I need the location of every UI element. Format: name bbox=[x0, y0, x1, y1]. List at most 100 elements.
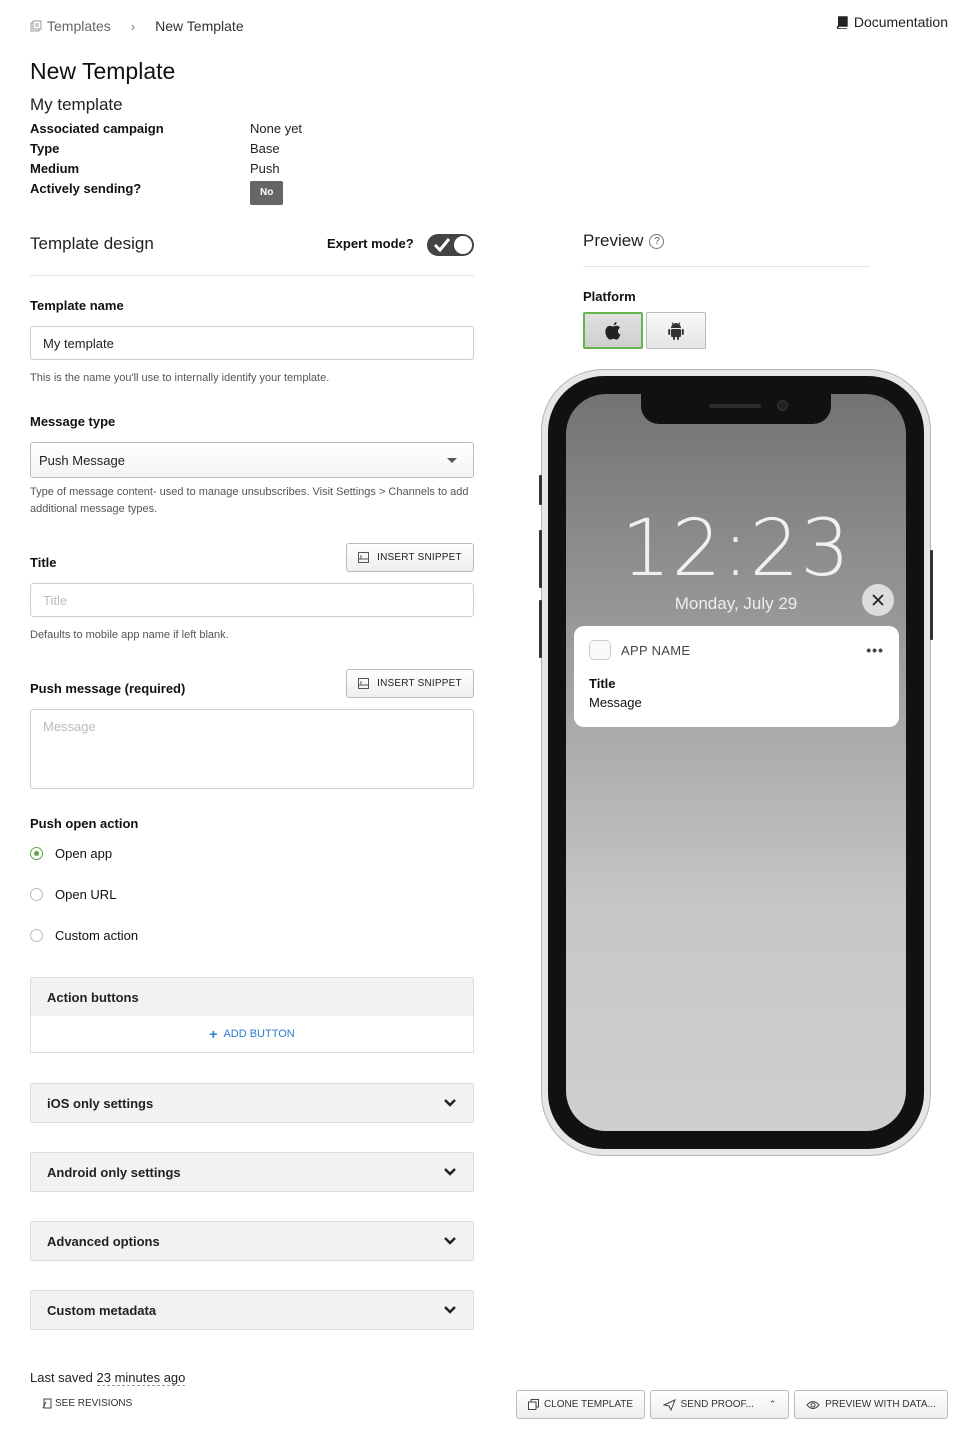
close-preview-button[interactable] bbox=[862, 584, 894, 616]
documentation-label: Documentation bbox=[853, 14, 948, 30]
template-heading: My template bbox=[30, 95, 123, 114]
chevron-down-icon bbox=[444, 1168, 456, 1176]
meta-row: Type Base bbox=[30, 139, 302, 159]
meta-value: Push bbox=[250, 161, 280, 176]
eye-icon bbox=[806, 1400, 820, 1409]
meta-row: Medium Push bbox=[30, 159, 302, 179]
message-type-select[interactable]: Push Message bbox=[30, 442, 474, 478]
send-icon bbox=[662, 1398, 676, 1411]
add-button-label: ADD BUTTON bbox=[223, 1028, 295, 1040]
platform-android-button[interactable] bbox=[646, 312, 706, 349]
advanced-options-panel[interactable]: Advanced options bbox=[30, 1221, 474, 1261]
plus-icon: + bbox=[209, 1026, 218, 1042]
meta-value: None yet bbox=[250, 121, 303, 136]
caret-down-icon bbox=[447, 457, 457, 463]
camera-icon bbox=[777, 400, 788, 411]
message-type-help: Type of message content- used to manage … bbox=[30, 486, 469, 515]
template-name-value: My template bbox=[43, 335, 114, 351]
platform-label: Platform bbox=[583, 289, 636, 304]
insert-snippet-button[interactable]: INSERT SNIPPET bbox=[346, 543, 474, 572]
breadcrumb-current: New Template bbox=[155, 18, 244, 34]
send-proof-button[interactable]: SEND PROOF... ⌃ bbox=[650, 1390, 789, 1419]
meta-row: Associated campaign None yet bbox=[30, 119, 302, 139]
template-design-title: Template design bbox=[30, 234, 154, 253]
phone-screen: 12:23 Monday, July 29 APP NAME ••• Title… bbox=[566, 394, 906, 1131]
documentation-link[interactable]: Documentation bbox=[836, 14, 948, 30]
see-revisions-link[interactable]: SEE REVISIONS bbox=[42, 1398, 132, 1409]
preview-with-data-button[interactable]: PREVIEW WITH DATA... bbox=[794, 1390, 948, 1419]
template-name-help: This is the name you'll use to internall… bbox=[30, 372, 330, 384]
panel-title: Android only settings bbox=[47, 1164, 181, 1180]
close-icon bbox=[872, 594, 884, 606]
radio-unchecked bbox=[30, 888, 43, 901]
custom-metadata-panel[interactable]: Custom metadata bbox=[30, 1290, 474, 1330]
android-settings-panel[interactable]: Android only settings bbox=[30, 1152, 474, 1192]
expert-mode-label: Expert mode? bbox=[327, 236, 414, 251]
divider bbox=[30, 275, 474, 276]
radio-open-url[interactable]: Open URL bbox=[30, 887, 116, 902]
android-icon bbox=[668, 321, 684, 340]
more-options-icon: ••• bbox=[866, 642, 884, 658]
page-title: New Template bbox=[30, 58, 176, 84]
clone-label: CLONE TEMPLATE bbox=[543, 1399, 634, 1410]
insert-snippet-label: INSERT SNIPPET bbox=[377, 678, 462, 689]
add-button[interactable]: + ADD BUTTON bbox=[30, 1016, 474, 1053]
revisions-icon bbox=[42, 1398, 52, 1409]
notification-header: APP NAME ••• bbox=[589, 640, 884, 660]
book-icon bbox=[836, 15, 848, 29]
radio-custom-action[interactable]: Custom action bbox=[30, 928, 138, 943]
insert-snippet-button[interactable]: INSERT SNIPPET bbox=[346, 669, 474, 698]
notification-app: APP NAME bbox=[589, 640, 690, 660]
last-saved: Last saved 23 minutes ago bbox=[30, 1370, 186, 1386]
meta-row: Actively sending? No bbox=[30, 179, 302, 205]
message-placeholder: Message bbox=[43, 719, 96, 734]
template-meta: Associated campaign None yet Type Base Med… bbox=[30, 119, 302, 205]
push-open-action-label: Push open action bbox=[30, 816, 139, 831]
panel-title: iOS only settings bbox=[47, 1095, 154, 1111]
push-message-label: Push message (required) bbox=[30, 681, 186, 696]
insert-snippet-label: INSERT SNIPPET bbox=[377, 552, 462, 563]
title-help: Defaults to mobile app name if left blan… bbox=[30, 629, 229, 641]
divider bbox=[583, 266, 870, 267]
title-label: Title bbox=[30, 555, 57, 570]
phone-side-button bbox=[539, 600, 542, 658]
radio-label: Custom action bbox=[55, 928, 139, 943]
snippet-icon bbox=[358, 552, 370, 563]
meta-value: Base bbox=[250, 141, 280, 156]
notification-app-name: APP NAME bbox=[621, 642, 691, 658]
phone-notch bbox=[641, 394, 831, 424]
preview-title: Preview bbox=[583, 231, 644, 250]
action-buttons-title: Action buttons bbox=[47, 989, 139, 1005]
speaker-grille bbox=[709, 404, 761, 408]
caret-up-icon: ⌃ bbox=[768, 1399, 777, 1409]
panel-title: Custom metadata bbox=[47, 1302, 157, 1318]
clone-template-button[interactable]: CLONE TEMPLATE bbox=[516, 1390, 645, 1419]
see-revisions-label: SEE REVISIONS bbox=[55, 1398, 133, 1409]
push-notification-preview[interactable]: APP NAME ••• Title Message bbox=[574, 626, 899, 727]
help-icon[interactable]: ? bbox=[649, 233, 665, 249]
app-icon bbox=[589, 640, 611, 660]
last-saved-prefix: Last saved bbox=[30, 1370, 93, 1385]
push-message-textarea[interactable]: Message bbox=[30, 709, 474, 789]
meta-key: Medium bbox=[30, 161, 80, 176]
phone-bezel: 12:23 Monday, July 29 APP NAME ••• Title… bbox=[548, 376, 924, 1149]
radio-open-app[interactable]: Open app bbox=[30, 846, 112, 861]
platform-ios-button[interactable] bbox=[583, 312, 643, 349]
template-name-label: Template name bbox=[30, 298, 124, 313]
send-proof-label: SEND PROOF... bbox=[680, 1399, 754, 1410]
expert-mode-toggle[interactable] bbox=[427, 234, 474, 256]
phone-mockup: 12:23 Monday, July 29 APP NAME ••• Title… bbox=[539, 369, 933, 1156]
breadcrumb-templates-link[interactable]: Templates bbox=[30, 18, 111, 34]
snippet-icon bbox=[358, 678, 370, 689]
phone-side-button bbox=[539, 475, 542, 505]
panel-title: Advanced options bbox=[47, 1233, 160, 1249]
radio-unchecked bbox=[30, 929, 43, 942]
phone-side-button bbox=[539, 530, 542, 588]
toggle-knob bbox=[454, 236, 472, 254]
chevron-right-icon: › bbox=[130, 18, 136, 34]
phone-side-button bbox=[930, 550, 933, 640]
template-name-input[interactable]: My template bbox=[30, 326, 474, 360]
title-input[interactable]: Title bbox=[30, 583, 474, 617]
ios-settings-panel[interactable]: iOS only settings bbox=[30, 1083, 474, 1123]
apple-icon bbox=[605, 321, 621, 340]
